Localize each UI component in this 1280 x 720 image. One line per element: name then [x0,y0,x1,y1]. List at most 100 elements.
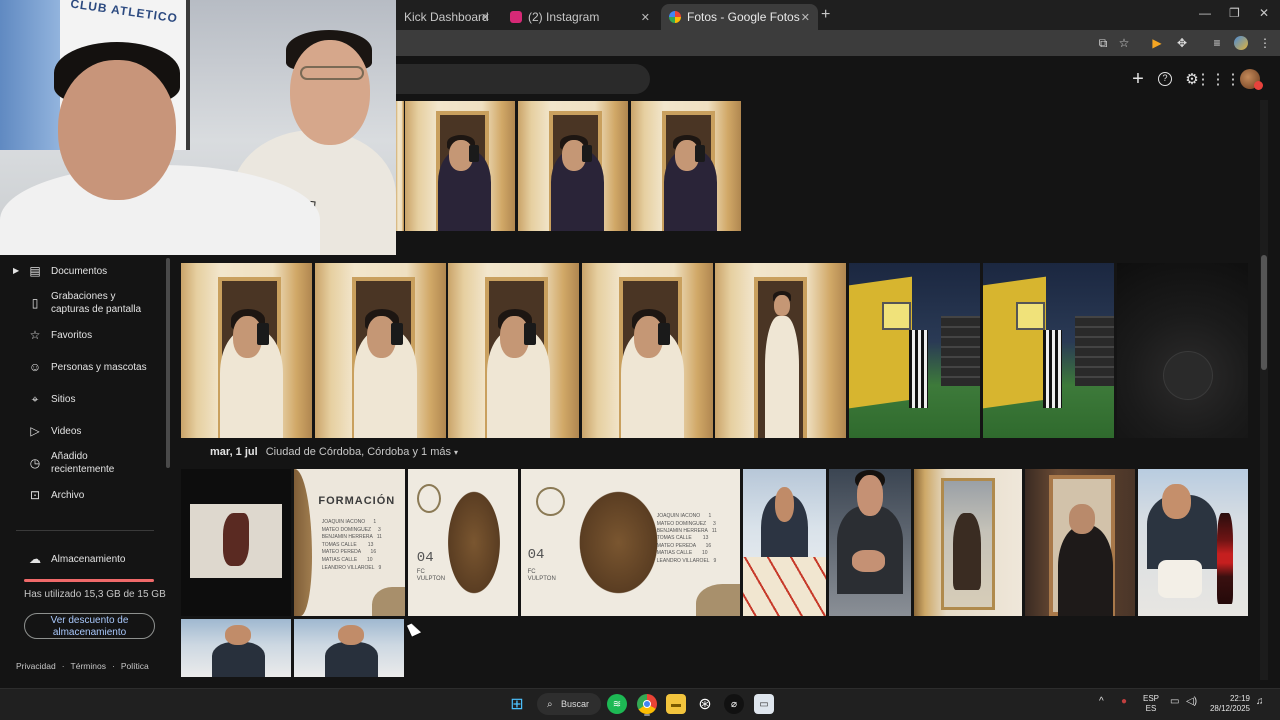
photo-thumbnail[interactable]: FORMACIÓN JOAQUIN IACONO 1 MATEO DOMINGU… [294,469,405,616]
sidebar-item-favoritos[interactable]: ☆ Favoritos [0,328,165,342]
profile-icon[interactable] [1232,34,1250,52]
search-input[interactable] [396,64,650,94]
sidebar-item-sitios[interactable]: ⌖ Sitios [0,392,165,406]
browser-menu-icon[interactable]: ⋮ [1256,34,1274,52]
privacy-link[interactable]: Privacidad [16,661,56,671]
location-pin-icon: ⌖ [31,391,39,406]
photo-thumbnail[interactable] [829,469,911,616]
extension-play-icon[interactable]: ▶ [1148,34,1166,52]
microphone-icon[interactable]: ● [1121,697,1127,707]
photo-thumbnail[interactable] [715,263,846,438]
sidebar-item-documentos[interactable]: ▤ Documentos [0,264,165,278]
photo-thumbnail[interactable] [294,619,404,677]
help-icon[interactable]: ? [1155,69,1175,89]
new-tab-plus-icon[interactable]: + [821,6,830,24]
sidebar-item-anadido[interactable]: ◷ Añadido recientemente [0,450,165,478]
photo-thumbnail[interactable]: 04 FC VULPTON [408,469,518,616]
tab-close-icon[interactable]: ✕ [801,11,810,24]
group-date: mar, 1 jul [210,446,258,458]
poster-team: FC VULPTON [416,568,446,582]
poster-roster: JOAQUIN IACONO 1 MATEO DOMINGUEZ 3 BENJA… [321,518,382,571]
date-group-header: mar, 1 jul Ciudad de Córdoba, Córdoba y … [210,446,458,458]
sidebar-item-personas[interactable]: ☺ Personas y mascotas [0,360,165,374]
photo-thumbnail[interactable] [582,263,713,438]
tab-close-icon[interactable]: ✕ [641,11,650,24]
sidebar-divider [16,530,154,531]
search-icon: ⌕ [547,698,553,710]
volume-icon[interactable]: ◁) [1186,697,1197,707]
photo-thumbnail[interactable] [181,469,291,616]
taskbar-search[interactable]: ⌕ Buscar [537,693,601,715]
tab-google-fotos[interactable]: Fotos - Google Fotos ✕ [661,4,818,30]
extensions-puzzle-icon[interactable]: ✥ [1173,34,1191,52]
sidebar-item-archivo[interactable]: ⊡ Archivo [0,488,165,502]
photo-thumbnail[interactable] [405,101,515,231]
sidebar-item-almacenamiento[interactable]: ☁ Almacenamiento [0,552,165,566]
photo-thumbnail[interactable] [1138,469,1248,616]
photo-thumbnail[interactable] [181,263,312,438]
poster-number: 04 [416,549,434,566]
storage-discount-button[interactable]: Ver descuento de almacenamiento [24,613,155,639]
poster-title: FORMACIÓN [318,495,396,508]
photo-thumbnail[interactable] [1025,469,1135,616]
poster-team: FC VULPTON [527,568,556,582]
windows-start-icon[interactable]: ⊞ [507,694,527,714]
sidebar-item-grabaciones[interactable]: ▯ Grabaciones y capturas de pantalla [0,290,165,318]
photo-thumbnail[interactable] [518,101,628,231]
app-icon[interactable]: ⌀ [724,694,744,714]
photo-thumbnail[interactable] [631,101,741,231]
photo-thumbnail[interactable] [315,263,446,438]
phone-screen-icon: ▯ [31,296,39,310]
tab-close-icon[interactable]: ✕ [481,11,490,24]
spotify-icon[interactable]: ≋ [607,694,627,714]
cloud-icon: ☁ [29,552,41,566]
install-app-icon[interactable]: ⧉ [1094,34,1112,52]
photo-thumbnail[interactable] [396,101,404,231]
tray-overflow-icon[interactable]: ^ [1099,697,1104,707]
archive-icon: ⊡ [29,488,41,502]
policy-link[interactable]: Política [121,661,149,671]
media-queue-icon[interactable]: ≡ [1208,34,1226,52]
photo-thumbnail[interactable] [448,263,579,438]
steam-icon[interactable]: ⊛ [695,694,715,714]
file-explorer-icon[interactable]: ▬ [666,694,686,714]
snipping-tool-icon[interactable]: ▭ [754,694,774,714]
photo-thumbnail[interactable] [983,263,1114,438]
restore-icon[interactable]: ❐ [1229,6,1240,20]
notifications-icon[interactable]: ♫ [1256,697,1264,707]
bookmark-star-icon[interactable]: ☆ [1115,34,1133,52]
tab-instagram[interactable]: (2) Instagram ✕ [502,4,658,30]
terms-link[interactable]: Términos [71,661,106,671]
chrome-icon[interactable] [637,694,657,714]
photo-thumbnail[interactable] [1117,263,1248,438]
tab-title: Fotos - Google Fotos [687,10,800,24]
photo-thumbnail[interactable]: 04 FC VULPTON JOAQUIN IACONO 1 MATEO DOMI… [521,469,740,616]
photo-thumbnail[interactable] [914,469,1022,616]
photo-thumbnail[interactable] [181,619,291,677]
tab-kick-dashboard[interactable]: Kick Dashboard ✕ [396,4,498,30]
instagram-favicon-icon [510,11,522,23]
play-icon: ▷ [30,424,40,438]
add-icon[interactable]: + [1128,68,1148,90]
photo-thumbnail[interactable] [743,469,826,616]
scrollbar-thumb[interactable] [1261,255,1267,370]
sidebar-scrollbar-thumb[interactable] [166,258,170,468]
apps-grid-icon[interactable]: ⋮⋮⋮ [1196,69,1241,89]
poster-number: 04 [527,546,545,563]
language-indicator[interactable]: ESP ES [1143,694,1159,714]
document-icon: ▤ [29,264,41,278]
face-icon: ☺ [28,360,42,374]
minimize-icon[interactable]: — [1199,6,1211,20]
group-location[interactable]: Ciudad de Córdoba, Córdoba y 1 más ▾ [266,446,458,458]
network-icon[interactable]: ▭ [1170,697,1179,707]
clock-icon: ◷ [29,456,41,470]
star-icon: ☆ [29,328,41,342]
close-icon[interactable]: ✕ [1259,6,1269,20]
photo-thumbnail[interactable] [849,263,980,438]
active-app-indicator [644,714,650,716]
sidebar-item-videos[interactable]: ▷ Videos [0,424,165,438]
page-scrollbar[interactable] [1260,100,1268,680]
clock[interactable]: 22:19 28/12/2025 [1208,694,1250,714]
poster-roster: JOAQUIN IACONO 1 MATEO DOMINGUEZ 3 BENJA… [656,513,717,564]
webcam-overlay: CLUB ATLETICO VANS [0,0,396,255]
